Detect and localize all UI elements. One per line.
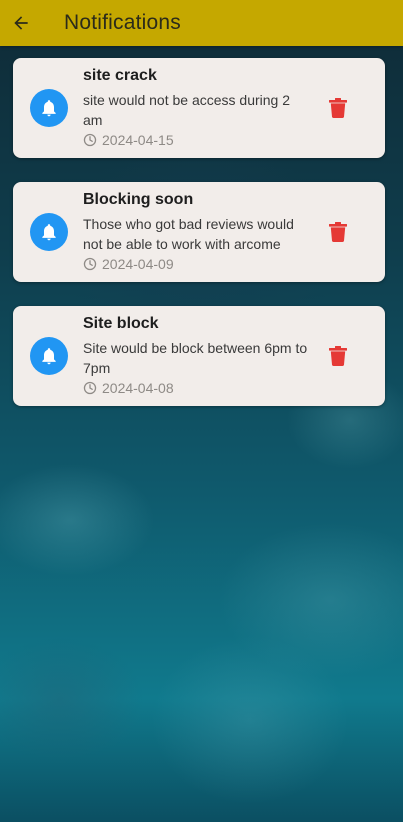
clock-icon (83, 381, 97, 395)
trash-icon (329, 98, 347, 118)
notification-avatar (30, 213, 68, 251)
notification-avatar (30, 89, 68, 127)
notification-date-row: 2024-04-15 (83, 132, 174, 148)
delete-button[interactable] (325, 94, 351, 122)
delete-button[interactable] (325, 218, 351, 246)
clock-icon (83, 133, 97, 147)
notification-card[interactable]: site crack site would not be access duri… (13, 58, 385, 158)
notification-date: 2024-04-09 (102, 256, 174, 272)
notification-date-row: 2024-04-09 (83, 256, 174, 272)
trash-icon (329, 222, 347, 242)
notification-date: 2024-04-15 (102, 132, 174, 148)
arrow-left-icon (11, 13, 31, 33)
bell-icon (39, 346, 59, 366)
notification-card[interactable]: Site block Site would be block between 6… (13, 306, 385, 406)
notification-title: Blocking soon (83, 191, 194, 208)
page-title: Notifications (64, 11, 181, 34)
notification-avatar (30, 337, 68, 375)
notification-title: Site block (83, 315, 159, 332)
notification-message: Site would be block between 6pm to 7pm (83, 340, 308, 376)
bell-icon (39, 98, 59, 118)
notification-message: Those who got bad reviews would not be a… (83, 216, 294, 252)
notification-message: site would not be access during 2 am (83, 92, 291, 128)
notification-date: 2024-04-08 (102, 380, 174, 396)
notification-card[interactable]: Blocking soon Those who got bad reviews … (13, 182, 385, 282)
bell-icon (39, 222, 59, 242)
clock-icon (83, 257, 97, 271)
delete-button[interactable] (325, 342, 351, 370)
trash-icon (329, 346, 347, 366)
notification-title: site crack (83, 67, 157, 84)
app-bar: Notifications (0, 0, 403, 46)
back-button[interactable] (0, 3, 42, 43)
notification-date-row: 2024-04-08 (83, 380, 174, 396)
